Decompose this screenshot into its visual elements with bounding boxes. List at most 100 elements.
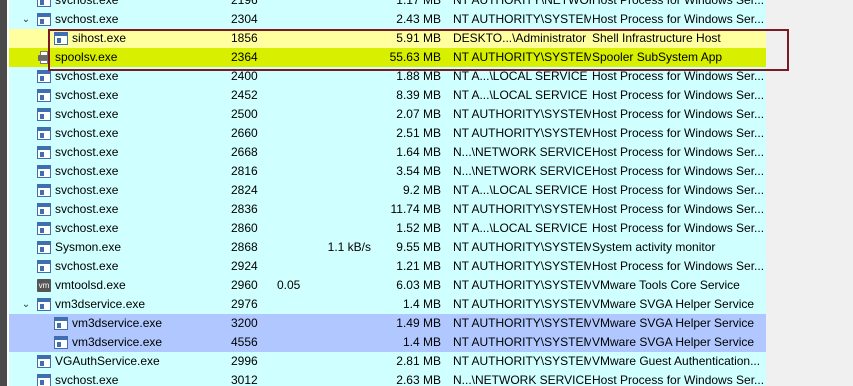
process-name: vm3dservice.exe <box>55 297 146 311</box>
process-user: NT AUTHORITY\SYSTEM <box>453 202 591 216</box>
process-memory: 1.4 MB <box>402 297 441 311</box>
process-description: Host Process for Windows Ser... <box>592 12 765 26</box>
process-pid: 2824 <box>231 183 258 197</box>
process-row[interactable]: svchost.exe 2660 2.51 MB NT AUTHORITY\SYSTE… <box>9 124 766 143</box>
process-name: svchost.exe <box>55 373 119 386</box>
process-row[interactable]: svchost.exe 2924 1.21 MB NT AUTHORITY\SYSTE… <box>9 257 766 276</box>
process-row[interactable]: svchost.exe 2500 2.07 MB NT AUTHORITY\SYSTE… <box>9 105 766 124</box>
process-row[interactable]: vm vmtoolsd.exe 2960 0.05 6.03 MB NT AUTHORIT… <box>9 276 766 295</box>
process-name: svchost.exe <box>55 259 119 273</box>
process-row[interactable]: svchost.exe 2824 9.2 MB NT A...\LOCAL SERVI… <box>9 181 766 200</box>
window-icon <box>37 146 51 159</box>
window-icon <box>54 336 68 349</box>
process-user: NT AUTHORITY\SYSTEM <box>453 259 591 273</box>
process-pid: 2196 <box>231 0 258 7</box>
process-io <box>309 0 371 10</box>
window-icon <box>37 89 51 102</box>
process-name: svchost.exe <box>55 88 119 102</box>
process-description: VMware SVGA Helper Service <box>592 297 755 311</box>
process-memory: 9.2 MB <box>402 183 441 197</box>
process-row[interactable]: svchost.exe 2836 11.74 MB NT AUTHORITY\SYST… <box>9 200 766 219</box>
process-memory: 2.07 MB <box>396 107 441 121</box>
process-row[interactable]: svchost.exe 2860 1.52 MB NT A...\LOCAL SERV… <box>9 219 766 238</box>
process-memory: 3.54 MB <box>396 164 441 178</box>
process-row[interactable]: svchost.exe 3012 2.63 MB N...\NETWORK SERVI… <box>9 371 766 386</box>
process-memory: 11.74 MB <box>390 202 441 216</box>
process-row[interactable]: vm3dservice.exe 3200 1.49 MB NT AUTHORITY\S… <box>9 314 766 333</box>
process-description: VMware Tools Core Service <box>592 278 740 292</box>
process-io <box>309 162 371 181</box>
process-memory: 2.63 MB <box>396 373 441 386</box>
process-description: Host Process for Windows Ser... <box>592 183 765 197</box>
process-user: N...\NETWORK SERVICE <box>453 373 591 386</box>
window-icon <box>37 241 51 254</box>
process-name: svchost.exe <box>55 126 119 140</box>
process-io <box>309 10 371 29</box>
process-memory: 1.21 MB <box>396 259 441 273</box>
process-description: Host Process for Windows Ser... <box>592 88 765 102</box>
process-row[interactable]: svchost.exe 2816 3.54 MB N...\NETWORK SERVI… <box>9 162 766 181</box>
process-description: System activity monitor <box>592 240 716 254</box>
process-io <box>309 143 371 162</box>
window-icon <box>37 0 51 7</box>
process-name: vm3dservice.exe <box>72 316 163 330</box>
expand-chevron-icon[interactable]: ⌄ <box>19 295 33 314</box>
window-icon <box>37 222 51 235</box>
window-icon <box>37 165 51 178</box>
process-pid: 2452 <box>231 88 258 102</box>
process-user: N...\NETWORK SERVICE <box>453 145 591 159</box>
process-description: Host Process for Windows Ser... <box>592 202 765 216</box>
process-memory: 1.4 MB <box>402 335 441 349</box>
process-row[interactable]: ⌄ svchost.exe 2304 2.43 MB NT AUTHORITY\SYST… <box>9 10 766 29</box>
process-user: NT AUTHORITY\SYSTEM <box>453 240 591 254</box>
process-io <box>309 219 371 238</box>
process-user: NT AUTHORITY\SYSTEM <box>453 278 591 292</box>
process-row[interactable]: ⌄ vm3dservice.exe 2976 1.4 MB NT AUTHORITY\S… <box>9 295 766 314</box>
process-description: VMware SVGA Helper Service <box>592 335 755 349</box>
window-icon <box>37 203 51 216</box>
process-description: Host Process for Windows Ser... <box>592 145 765 159</box>
process-io <box>309 371 371 386</box>
process-name: svchost.exe <box>55 107 119 121</box>
process-pid: 2924 <box>231 259 258 273</box>
process-io <box>309 181 371 200</box>
process-user: NT A...\LOCAL SERVICE <box>453 183 588 197</box>
process-io <box>309 276 371 295</box>
process-name: svchost.exe <box>55 221 119 235</box>
process-pid: 3012 <box>231 373 258 386</box>
process-io: 1.1 kB/s <box>327 240 371 254</box>
process-pid: 2500 <box>231 107 258 121</box>
process-row[interactable]: VGAuthService.exe 2996 2.81 MB NT AUTHORITY… <box>9 352 766 371</box>
process-io <box>309 200 371 219</box>
process-description: Host Process for Windows Ser... <box>592 164 765 178</box>
window-icon <box>37 374 51 386</box>
process-row[interactable]: svchost.exe 2452 8.39 MB NT A...\LOCAL SERV… <box>9 86 766 105</box>
process-row[interactable]: vm3dservice.exe 4556 1.4 MB NT AUTHORITY\SY… <box>9 333 766 352</box>
process-row[interactable]: svchost.exe 2196 1.17 MB NT AUTHORITY\NETWO… <box>9 0 766 10</box>
process-description: Host Process for Windows Ser... <box>592 221 765 235</box>
process-memory: 9.55 MB <box>396 240 441 254</box>
window-icon <box>37 298 51 311</box>
process-io <box>309 295 371 314</box>
process-memory: 8.39 MB <box>396 88 441 102</box>
process-description: Host Process for Windows Ser... <box>592 0 765 7</box>
process-row[interactable]: svchost.exe 2668 1.64 MB N...\NETWORK SERVI… <box>9 143 766 162</box>
process-pid: 4556 <box>231 335 258 349</box>
process-io <box>309 86 371 105</box>
process-memory: 1.64 MB <box>396 145 441 159</box>
process-user: NT AUTHORITY\SYSTEM <box>453 107 591 121</box>
process-user: NT AUTHORITY\SYSTEM <box>453 12 591 26</box>
expand-chevron-icon[interactable]: ⌄ <box>19 10 33 29</box>
process-pid: 2868 <box>231 240 258 254</box>
window-icon <box>54 317 68 330</box>
process-row[interactable]: Sysmon.exe 2868 1.1 kB/s 9.55 MB NT AUTHORIT… <box>9 238 766 257</box>
process-memory: 2.43 MB <box>396 12 441 26</box>
process-user: NT AUTHORITY\SYSTEM <box>453 126 591 140</box>
process-name: svchost.exe <box>55 12 119 26</box>
process-io <box>309 352 371 371</box>
process-name: svchost.exe <box>55 164 119 178</box>
process-user: NT A...\LOCAL SERVICE <box>453 221 588 235</box>
process-description: Host Process for Windows Ser... <box>592 373 765 386</box>
process-name: svchost.exe <box>55 183 119 197</box>
process-pid: 3200 <box>231 316 258 330</box>
